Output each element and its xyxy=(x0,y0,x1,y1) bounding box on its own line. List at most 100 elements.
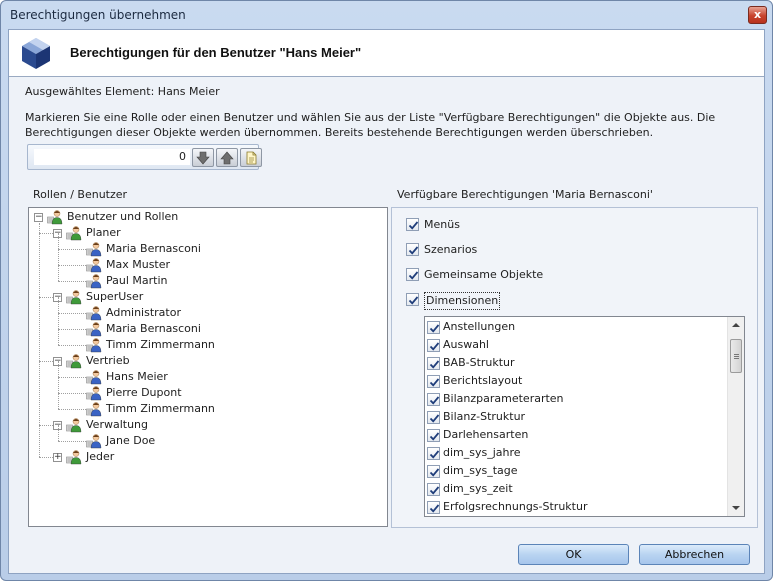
scroll-up-icon xyxy=(732,323,740,327)
move-down-button[interactable] xyxy=(192,148,214,167)
dimension-label: Berichtslayout xyxy=(443,374,523,387)
tree-connector xyxy=(58,329,86,330)
tree-connector xyxy=(58,409,86,410)
header-title: Berechtigungen für den Benutzer "Hans Me… xyxy=(70,45,362,60)
user-group-icon xyxy=(66,417,82,433)
tree-item-label: Max Muster xyxy=(106,258,171,271)
tree-connector xyxy=(58,249,86,250)
dimensions-list[interactable]: Anstellungen Auswahl BAB-Struktur Berichtsl… xyxy=(424,316,745,517)
tree-connector xyxy=(58,313,59,329)
permission-checkbox[interactable] xyxy=(406,268,419,281)
permission-checkbox[interactable] xyxy=(406,243,419,256)
collapse-toggle[interactable]: − xyxy=(34,213,43,222)
tree-item-label: Hans Meier xyxy=(106,370,168,383)
cancel-button[interactable]: Abbrechen xyxy=(639,544,750,565)
tree-item-label: Verwaltung xyxy=(86,418,148,431)
dimension-checkbox[interactable] xyxy=(427,339,440,352)
tree-item-label: Administrator xyxy=(106,306,181,319)
tree-connector xyxy=(58,393,86,394)
dimension-label: Bilanzparameterarten xyxy=(443,392,564,405)
user-icon xyxy=(86,257,102,273)
user-group-icon xyxy=(66,289,82,305)
dimension-checkbox[interactable] xyxy=(427,429,440,442)
move-up-button[interactable] xyxy=(216,148,238,167)
user-icon xyxy=(86,369,102,385)
close-button[interactable]: x xyxy=(748,6,767,24)
permission-label: Menüs xyxy=(424,218,460,231)
close-icon: x xyxy=(753,8,762,21)
dimension-checkbox[interactable] xyxy=(427,447,440,460)
dialog-header: Berechtigungen für den Benutzer "Hans Me… xyxy=(9,30,764,77)
user-group-icon xyxy=(66,353,82,369)
tree-item-label: Vertrieb xyxy=(86,354,130,367)
tree-item-root[interactable]: − Benutzer und Rollen xyxy=(29,209,385,225)
tree-connector xyxy=(58,297,59,313)
tree-item-label: Planer xyxy=(86,226,121,239)
dimension-label: dim_sys_jahre xyxy=(443,446,521,459)
cube-logo-icon xyxy=(22,38,50,69)
tree-connector xyxy=(58,313,86,314)
user-icon xyxy=(86,385,102,401)
tree-item-label: Jane Doe xyxy=(106,434,156,447)
dimension-checkbox[interactable] xyxy=(427,501,440,514)
thumb-grip xyxy=(734,354,739,356)
user-group-icon xyxy=(47,209,63,225)
tree-item-role[interactable]: − Vertrieb xyxy=(29,353,385,369)
tree-connector xyxy=(39,457,53,458)
tree-item-label: Pierre Dupont xyxy=(106,386,182,399)
permission-checkbox[interactable] xyxy=(406,218,419,231)
scroll-down-arrow[interactable] xyxy=(728,500,744,516)
dimension-checkbox[interactable] xyxy=(427,375,440,388)
tree-item-label: SuperUser xyxy=(86,290,144,303)
thumb-grip xyxy=(734,356,739,358)
permission-label: Gemeinsame Objekte xyxy=(424,268,544,281)
count-field[interactable]: 0 xyxy=(34,149,190,165)
dimension-label: dim_sys_tage xyxy=(443,464,518,477)
tree-connector xyxy=(39,361,53,362)
tree-item-label: Maria Bernasconi xyxy=(106,322,201,335)
tree-connector xyxy=(58,265,86,266)
ok-button[interactable]: OK xyxy=(518,544,629,565)
user-icon xyxy=(86,321,102,337)
roles-label: Rollen / Benutzer xyxy=(33,188,128,201)
permission-checkbox[interactable] xyxy=(406,293,419,306)
dimension-checkbox[interactable] xyxy=(427,483,440,496)
title-bar[interactable]: Berechtigungen übernehmen xyxy=(1,1,772,29)
dialog-client-area: Berechtigungen für den Benutzer "Hans Me… xyxy=(8,29,765,574)
dimension-label: Auswahl xyxy=(443,338,489,351)
tree-item-role[interactable]: − Planer xyxy=(29,225,385,241)
dimension-label: Anstellungen xyxy=(443,320,516,333)
tree-item-role[interactable]: − SuperUser xyxy=(29,289,385,305)
scroll-up-arrow[interactable] xyxy=(728,317,744,333)
tree-connector xyxy=(58,281,86,282)
user-icon xyxy=(86,241,102,257)
dimension-checkbox[interactable] xyxy=(427,321,440,334)
roles-users-tree[interactable]: − Benutzer und Rollen − Planer Maria Bernasc… xyxy=(28,207,388,527)
tree-connector xyxy=(58,345,86,346)
tree-item-label: Paul Martin xyxy=(106,274,168,287)
tree-connector xyxy=(58,265,59,281)
dimension-checkbox[interactable] xyxy=(427,411,440,424)
tree-connector xyxy=(58,441,86,442)
tree-connector xyxy=(58,233,59,249)
user-icon xyxy=(86,337,102,353)
tree-item-label: Timm Zimmermann xyxy=(106,338,215,351)
dimension-checkbox[interactable] xyxy=(427,357,440,370)
permissions-panel: Menüs Szenarios Gemeinsame Objekte Dimensio… xyxy=(391,207,758,528)
permissions-label: Verfügbare Berechtigungen 'Maria Bernasc… xyxy=(397,188,653,201)
scroll-thumb[interactable] xyxy=(730,339,742,374)
dialog-window: Berechtigungen übernehmen x Berechtigung… xyxy=(0,0,773,581)
tree-item-role[interactable]: − Verwaltung xyxy=(29,417,385,433)
tree-connector xyxy=(39,297,53,298)
dimensions-scrollbar[interactable] xyxy=(727,317,744,516)
dimension-checkbox[interactable] xyxy=(427,465,440,478)
arrow-down-icon xyxy=(196,151,210,165)
permission-label: Szenarios xyxy=(424,243,478,256)
document-button[interactable] xyxy=(240,148,262,167)
toolbar: 0 xyxy=(27,144,262,170)
tree-item-role[interactable]: + Jeder xyxy=(29,449,385,465)
tree-connector xyxy=(58,377,86,378)
dimension-checkbox[interactable] xyxy=(427,393,440,406)
tree-item-label: Jeder xyxy=(86,450,115,463)
expand-toggle[interactable]: + xyxy=(53,453,62,462)
